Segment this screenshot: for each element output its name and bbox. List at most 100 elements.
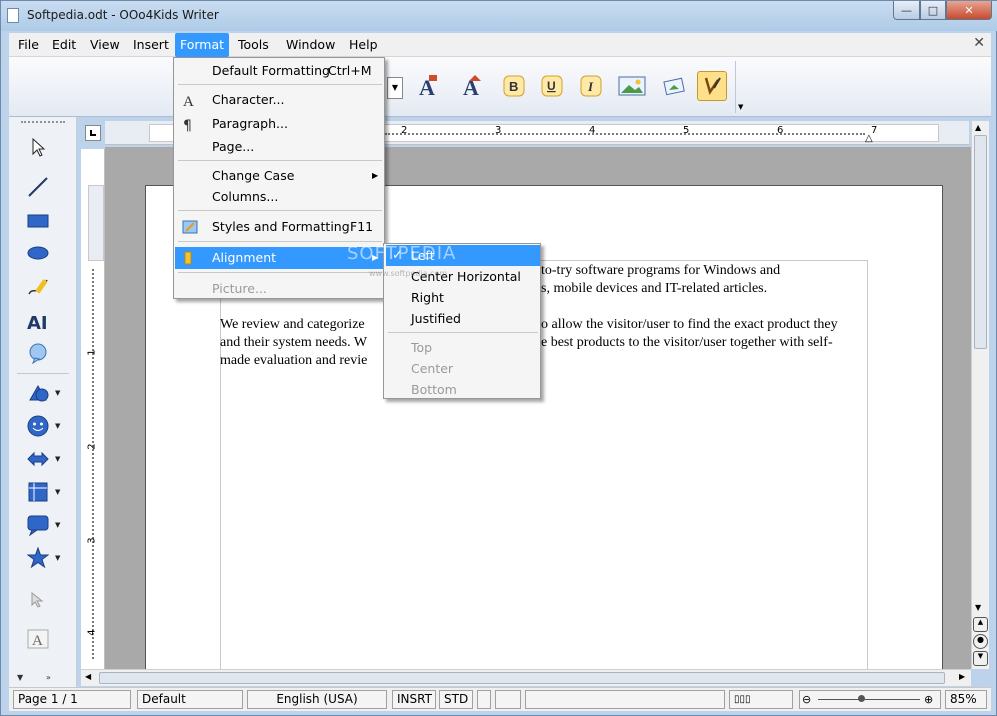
view-layout-icon[interactable]: ▯▯▯ bbox=[729, 690, 793, 709]
zoom-level[interactable]: 85% bbox=[945, 690, 987, 709]
svg-text:U: U bbox=[547, 79, 556, 93]
menu-tools[interactable]: Tools bbox=[233, 33, 274, 57]
insert-mode[interactable]: INSRT bbox=[392, 690, 436, 709]
maximize-button[interactable]: □ bbox=[920, 1, 946, 20]
horizontal-scrollbar[interactable]: ◀ ▶ bbox=[81, 669, 971, 686]
minimize-button[interactable]: — bbox=[893, 1, 920, 20]
menu-item-change-case[interactable]: Change Case ▶ bbox=[176, 165, 382, 187]
submenu-arrow-icon: ▶ bbox=[372, 171, 379, 180]
alignment-submenu: ✓ Left Center Horizontal Right Justified… bbox=[383, 243, 541, 399]
paragraph-icon: ¶ bbox=[183, 118, 192, 132]
gallery-icon[interactable] bbox=[659, 71, 689, 101]
next-page-icon[interactable]: ▼ bbox=[973, 651, 988, 666]
previous-page-icon[interactable]: ▲ bbox=[973, 617, 988, 632]
window-title: Softpedia.odt - OOo4Kids Writer bbox=[27, 8, 219, 22]
ruler-label: 4 bbox=[86, 629, 98, 636]
watermark-url: www.softpedia.com bbox=[369, 269, 448, 278]
select-arrow-icon[interactable] bbox=[23, 133, 53, 161]
drawing-toolbar: AI ▼ ▼ ▼ ▼ ▼ ▼ A ▼ » bbox=[9, 117, 77, 687]
scroll-down-icon[interactable]: ▼ bbox=[975, 603, 981, 612]
tab-stop-selector[interactable] bbox=[85, 125, 101, 141]
scroll-left-icon[interactable]: ◀ bbox=[85, 672, 91, 681]
menu-item-picture: Picture... bbox=[212, 281, 267, 296]
svg-text:A: A bbox=[32, 633, 43, 649]
menu-item-align-justified[interactable]: Justified bbox=[386, 308, 540, 329]
menu-item-styles-formatting[interactable]: Styles and Formatting F11 bbox=[176, 216, 382, 238]
fontwork-icon[interactable]: A bbox=[23, 625, 53, 653]
vertical-scrollbar[interactable]: ▲ ▼ ▲ ● ▼ bbox=[971, 121, 989, 669]
svg-text:¶: ¶ bbox=[183, 118, 192, 132]
document-line: e best products to the visitor/user toge… bbox=[541, 335, 833, 350]
app-window: Softpedia.odt - OOo4Kids Writer — □ ✕ Fi… bbox=[0, 0, 997, 716]
digital-signature bbox=[495, 690, 521, 709]
close-document-icon[interactable]: ✕ bbox=[973, 35, 985, 51]
page-indicator[interactable]: Page 1 / 1 bbox=[13, 690, 131, 709]
menu-format[interactable]: Format bbox=[175, 33, 230, 57]
scroll-right-icon[interactable]: ▶ bbox=[959, 672, 965, 681]
language[interactable]: English (USA) bbox=[247, 690, 387, 709]
ruler-label: 2 bbox=[86, 443, 98, 450]
menu-help[interactable]: Help bbox=[344, 33, 383, 57]
status-bar: Page 1 / 1 Default English (USA) INSRT S… bbox=[9, 687, 991, 711]
grow-font-icon[interactable]: A bbox=[457, 71, 487, 101]
italic-button[interactable]: I bbox=[576, 71, 606, 101]
right-indent-marker-icon[interactable]: △ bbox=[865, 133, 873, 144]
menu-window[interactable]: Window bbox=[281, 33, 340, 57]
bold-button[interactable]: B bbox=[499, 71, 529, 101]
menu-item-paragraph[interactable]: ¶ Paragraph... bbox=[176, 113, 382, 135]
sidebar-scroll-icon[interactable]: ▼ » bbox=[17, 673, 75, 685]
page-style[interactable]: Default bbox=[137, 690, 243, 709]
svg-text:A: A bbox=[183, 94, 194, 108]
scroll-thumb[interactable] bbox=[99, 672, 945, 684]
rectangle-tool-icon[interactable] bbox=[23, 207, 53, 235]
title-bar: Softpedia.odt - OOo4Kids Writer — □ ✕ bbox=[1, 1, 997, 31]
scroll-up-icon[interactable]: ▲ bbox=[975, 123, 981, 132]
points-icon[interactable] bbox=[23, 585, 53, 613]
scroll-thumb[interactable] bbox=[974, 135, 987, 349]
text-tool-icon[interactable]: AI bbox=[23, 307, 53, 335]
insert-image-icon[interactable] bbox=[617, 71, 647, 101]
menu-item-align-right[interactable]: Right bbox=[386, 287, 540, 308]
vertical-ruler[interactable]: 1 2 3 4 bbox=[81, 149, 105, 669]
menu-item-page[interactable]: Page... bbox=[176, 136, 382, 158]
menu-bar: File Edit View Insert Format Tools Windo… bbox=[9, 33, 991, 57]
freeform-tool-icon[interactable] bbox=[23, 273, 53, 301]
ellipse-tool-icon[interactable] bbox=[23, 239, 53, 267]
underline-button[interactable]: U bbox=[537, 71, 567, 101]
character-icon: A bbox=[183, 94, 194, 108]
stars-icon[interactable] bbox=[23, 544, 53, 572]
flowcharts-icon[interactable] bbox=[23, 478, 53, 506]
menu-item-default-formatting[interactable]: Default Formatting Ctrl+M bbox=[176, 60, 382, 82]
menu-item-columns[interactable]: Columns... bbox=[176, 186, 382, 208]
formatting-toolbar: ▼ A A B U I ▼ bbox=[9, 57, 991, 117]
ruler-label: 3 bbox=[86, 537, 98, 544]
document-icon bbox=[7, 8, 19, 23]
draw-functions-button[interactable] bbox=[697, 71, 727, 101]
document-modified bbox=[477, 690, 491, 709]
menu-file[interactable]: File bbox=[13, 33, 44, 57]
symbol-shapes-icon[interactable] bbox=[23, 412, 53, 440]
callout-tool-icon[interactable] bbox=[23, 339, 53, 367]
line-tool-icon[interactable] bbox=[23, 173, 53, 201]
menu-edit[interactable]: Edit bbox=[47, 33, 81, 57]
alignment-icon bbox=[184, 251, 192, 265]
watermark-logo: SOFTPEDIA bbox=[347, 243, 457, 264]
menu-insert[interactable]: Insert bbox=[128, 33, 174, 57]
close-button[interactable]: ✕ bbox=[946, 1, 992, 20]
basic-shapes-icon[interactable] bbox=[23, 379, 53, 407]
zoom-slider[interactable]: ⊖ ⊕ bbox=[799, 690, 941, 709]
zoom-thumb[interactable] bbox=[858, 695, 865, 702]
block-arrows-icon[interactable] bbox=[23, 445, 53, 473]
selection-mode[interactable]: STD bbox=[439, 690, 473, 709]
font-color-icon[interactable]: A bbox=[413, 71, 443, 101]
menu-item-character[interactable]: A Character... bbox=[176, 89, 382, 111]
ruler-label: 1 bbox=[86, 349, 98, 356]
menu-item-align-bottom: Bottom bbox=[411, 382, 457, 397]
callouts-icon[interactable] bbox=[23, 511, 53, 539]
svg-text:B: B bbox=[509, 79, 518, 94]
toolbar-overflow-icon[interactable]: ▼ bbox=[735, 61, 745, 113]
menu-view[interactable]: View bbox=[85, 33, 125, 57]
navigator-icon[interactable]: ● bbox=[973, 634, 988, 649]
svg-text:AI: AI bbox=[27, 313, 48, 332]
font-size-dropdown-icon[interactable]: ▼ bbox=[387, 77, 403, 99]
